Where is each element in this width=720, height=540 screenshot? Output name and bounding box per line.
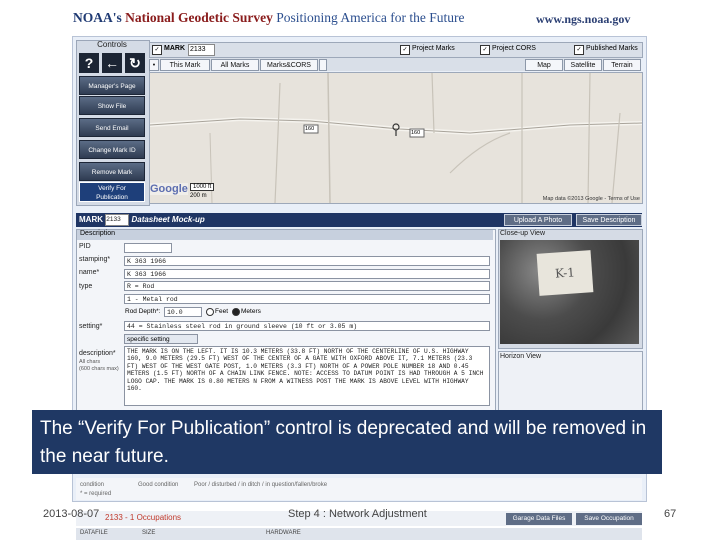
send-email-button[interactable]: Send Email	[79, 118, 145, 137]
name-label: name*	[79, 269, 100, 276]
closeup-title: Close-up View	[500, 230, 546, 237]
feet-radio[interactable]	[206, 308, 214, 316]
horizon-panel	[498, 351, 643, 413]
tagline: Positioning America for the Future	[272, 10, 465, 25]
pid-label: PID	[79, 243, 91, 250]
refresh-icon[interactable]: ↻	[125, 53, 145, 73]
datasheet-mark-label: MARK	[79, 215, 103, 225]
slide-footer-title: Step 4 : Network Adjustment	[288, 508, 427, 520]
mark-select[interactable]: 2133	[188, 44, 215, 56]
site-url[interactable]: www.ngs.noaa.gov	[536, 12, 630, 27]
map-view-bar: • This Mark All Marks Marks&CORS Map Sat…	[149, 58, 641, 71]
mark-card-photo: K-1	[536, 250, 594, 296]
specific-setting-button[interactable]: specific setting	[124, 334, 198, 344]
save-description-button[interactable]: Save Description	[576, 214, 642, 226]
rod-depth-field[interactable]: 10.0	[164, 307, 202, 317]
tab-map[interactable]: Map	[525, 59, 563, 71]
upload-photo-button[interactable]: Upload A Photo	[504, 214, 572, 226]
col-hardware: HARDWARE	[266, 530, 301, 536]
project-marks-checkbox[interactable]: ✓	[400, 45, 410, 55]
verify-for-publication-button[interactable]: Verify For Publication	[79, 182, 145, 202]
horizon-title: Horizon View	[500, 353, 542, 360]
stamping-field[interactable]: K 363 1966	[124, 256, 490, 266]
map-canvas[interactable]: 160 160 Google 1000 ft 200 m Map data ©2…	[149, 72, 643, 204]
type-label: type	[79, 283, 93, 290]
deprecation-caption: The “Verify For Publication” control is …	[32, 410, 662, 474]
map-roads	[150, 73, 642, 203]
remove-mark-button[interactable]: Remove Mark	[79, 162, 145, 181]
help-icon[interactable]: ?	[79, 53, 99, 73]
condition-row: condition Good condition Poor / disturbe…	[76, 478, 642, 500]
meters-label: Meters	[241, 308, 261, 315]
noaa-label: NOAA's	[73, 10, 126, 25]
datasheet-mark-select[interactable]: 2133	[105, 214, 130, 226]
meters-radio[interactable]	[232, 308, 240, 316]
occupations-title: 2133 - 1 Occupations	[105, 513, 182, 522]
project-cors-label: Project CORS	[492, 45, 536, 52]
required-note: * = required	[80, 491, 112, 497]
slide-date: 2013-08-07	[43, 508, 100, 520]
pid-field[interactable]	[124, 243, 172, 253]
show-file-button[interactable]: Show File	[79, 96, 145, 115]
description-textarea[interactable]: THE MARK IS ON THE LEFT. IT IS 10.3 METE…	[124, 346, 490, 406]
occupations-columns: DATAFILE SIZE HARDWARE	[76, 528, 642, 540]
condition-label: condition	[80, 482, 105, 488]
tab-terrain[interactable]: Terrain	[603, 59, 641, 71]
tab-this-mark[interactable]: This Mark	[160, 59, 210, 71]
setting-label: setting*	[79, 323, 103, 330]
map-toolbar: ✓ MARK 2133 ✓ Project Marks ✓ Project CO…	[149, 42, 643, 58]
managers-page-button[interactable]: Manager's Page	[79, 76, 145, 95]
verify-label-line1: Verify For	[98, 185, 126, 192]
condition-poor[interactable]: Poor / disturbed / in ditch / in questio…	[194, 482, 327, 488]
google-logo: Google	[150, 183, 188, 195]
change-mark-id-button[interactable]: Change Mark ID	[79, 140, 145, 159]
back-arrow-icon[interactable]: ←	[102, 53, 122, 73]
project-marks-label: Project Marks	[412, 45, 455, 52]
col-datafile: DATAFILE	[80, 530, 108, 536]
mark-checkbox[interactable]: ✓	[152, 45, 162, 55]
slide-page-number: 67	[664, 508, 677, 520]
condition-good[interactable]: Good condition	[138, 482, 178, 488]
description-label: description*	[79, 350, 116, 357]
save-occupation-button[interactable]: Save Occupation	[576, 513, 642, 525]
col-size: SIZE	[142, 530, 156, 536]
route-160-west: 160	[305, 126, 315, 132]
form-section-header: Description	[77, 230, 493, 240]
verify-label-line2: Publication	[96, 194, 128, 201]
published-marks-label: Published Marks	[586, 45, 638, 52]
tab-extra[interactable]	[319, 59, 327, 71]
view-marker-tab[interactable]: •	[149, 59, 159, 71]
description-note-2: (600 chars max)	[79, 366, 119, 372]
map-attribution[interactable]: Map data ©2013 Google - Terms of Use	[543, 196, 640, 202]
map-scale-ft: 1000 ft	[190, 183, 215, 191]
feet-label: Feet	[215, 308, 229, 315]
tab-all-marks[interactable]: All Marks	[211, 59, 259, 71]
stamping-label: stamping*	[79, 256, 111, 263]
published-marks-checkbox[interactable]: ✓	[574, 45, 584, 55]
setting-select[interactable]: 44 = Stainless steel rod in ground sleev…	[124, 321, 490, 331]
site-banner: NOAA's National Geodetic Survey Position…	[73, 10, 465, 26]
subtype-select[interactable]: 1 - Metal rod	[124, 294, 490, 304]
map-scale-m: 200 m	[190, 193, 207, 199]
name-field[interactable]: K 363 1966	[124, 269, 490, 279]
controls-title: Controls	[97, 40, 127, 49]
tab-marks-cors[interactable]: Marks&CORS	[260, 59, 318, 71]
rod-depth-label: Rod Depth*:	[125, 308, 161, 315]
route-160-east: 160	[411, 130, 421, 136]
type-select[interactable]: R = Rod	[124, 281, 490, 291]
garage-data-files-button[interactable]: Garage Data Files	[506, 513, 572, 525]
project-cors-checkbox[interactable]: ✓	[480, 45, 490, 55]
tab-satellite[interactable]: Satellite	[564, 59, 602, 71]
ngs-label: National Geodetic Survey	[125, 10, 273, 25]
mark-label: MARK	[164, 45, 185, 52]
datasheet-mockup-title: Datasheet Mock-up	[131, 215, 205, 225]
datasheet-title: MARK 2133 Datasheet Mock-up	[79, 214, 205, 226]
description-note-1: All chars	[79, 359, 101, 365]
